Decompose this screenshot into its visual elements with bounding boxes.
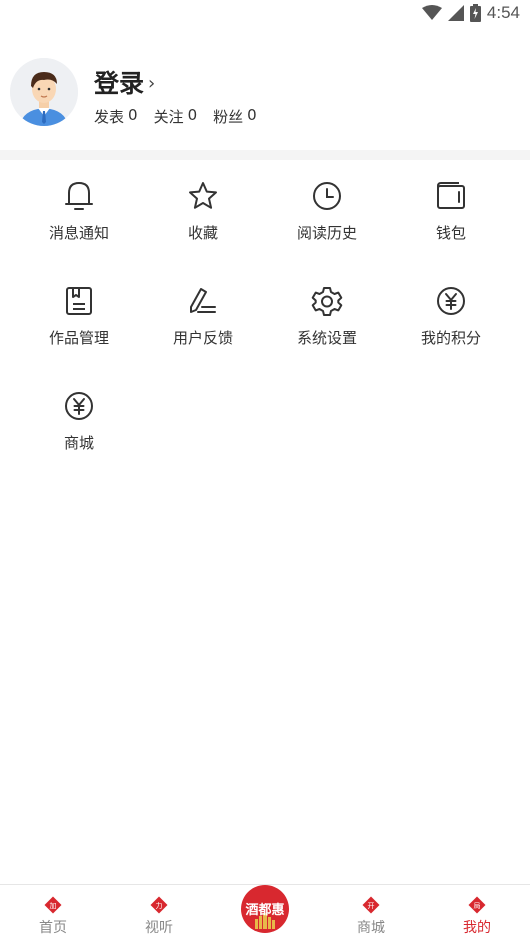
- stat-followers-value: 0: [247, 106, 257, 124]
- menu-item-works[interactable]: 作品管理: [17, 283, 141, 361]
- nav-badge-text: 力: [156, 901, 163, 910]
- nav-label: 我的: [463, 920, 491, 936]
- diamond-badge-icon: 力: [150, 896, 168, 914]
- status-icons: 4:54: [421, 3, 520, 23]
- battery-icon: [469, 4, 481, 22]
- center-logo-text: 酒都惠: [245, 903, 285, 918]
- stat-posts-label: 发表: [94, 108, 125, 126]
- nav-badge-text: 局: [474, 902, 481, 910]
- stat-posts-value: 0: [128, 106, 138, 124]
- login-label: 登录: [94, 69, 145, 98]
- menu-item-settings[interactable]: 系统设置: [265, 283, 389, 361]
- profile-stats: 发表 0 关注 0 粉丝 0: [94, 106, 257, 127]
- diamond-badge-icon: 局: [468, 896, 486, 914]
- menu-item-label: 阅读历史: [296, 224, 357, 242]
- nav-mall[interactable]: 开 商城: [318, 885, 424, 940]
- clock-icon: [313, 182, 341, 210]
- menu-item-feedback[interactable]: 用户反馈: [141, 283, 265, 361]
- wallet-icon: [437, 182, 465, 209]
- document-icon: [66, 287, 92, 315]
- login-link[interactable]: 登录 ›: [94, 64, 155, 100]
- signal-icon: [447, 5, 464, 21]
- menu-item-label: 收藏: [187, 224, 218, 242]
- bell-icon: [65, 182, 93, 210]
- menu-item-wallet[interactable]: 钱包: [389, 178, 513, 256]
- user-avatar-icon: [10, 58, 78, 126]
- menu-item-points[interactable]: 我的积分: [389, 283, 513, 361]
- nav-label: 视听: [145, 920, 173, 936]
- stat-following-value: 0: [187, 106, 198, 124]
- avatar[interactable]: [10, 58, 78, 126]
- menu-item-label: 系统设置: [296, 329, 357, 347]
- pen-icon: [190, 288, 216, 313]
- stat-followers-label: 粉丝: [213, 108, 244, 126]
- wifi-icon: [421, 5, 442, 20]
- status-bar: 4:54: [0, 0, 530, 28]
- menu-item-favorites[interactable]: 收藏: [141, 178, 265, 256]
- menu-item-label: 钱包: [435, 224, 466, 242]
- menu-grid: 消息通知 收藏 阅读历史 钱包 作品管理 用户反馈 系统设置 我的积分 商城: [17, 178, 513, 466]
- bottom-nav: 加 首页 力 视听 酒都惠 开 商城 局 我的: [0, 884, 530, 940]
- section-divider: [0, 150, 530, 160]
- nav-badge-text: 加: [50, 901, 57, 910]
- profile-header: 登录 › 发表 0 关注 0 粉丝 0: [10, 56, 520, 131]
- yen-coin-icon: [65, 392, 93, 420]
- nav-mine[interactable]: 局 我的: [424, 885, 530, 940]
- nav-center: 酒都惠: [212, 884, 318, 940]
- star-icon: [189, 182, 217, 209]
- stat-followers[interactable]: 粉丝 0: [213, 106, 257, 127]
- menu-item-notifications[interactable]: 消息通知: [17, 178, 141, 256]
- stat-posts[interactable]: 发表 0: [94, 106, 138, 127]
- nav-media[interactable]: 力 视听: [106, 885, 212, 940]
- stat-following-label: 关注: [153, 108, 184, 126]
- nav-badge-text: 开: [368, 902, 375, 910]
- nav-label: 首页: [39, 920, 67, 936]
- menu-item-label: 作品管理: [48, 329, 109, 347]
- menu-item-label: 商城: [63, 434, 94, 452]
- diamond-badge-icon: 加: [44, 896, 62, 914]
- gear-icon: [311, 287, 343, 316]
- center-logo-button[interactable]: 酒都惠: [241, 884, 289, 933]
- menu-item-label: 我的积分: [420, 329, 481, 347]
- menu-item-mall[interactable]: 商城: [17, 388, 141, 466]
- nav-home[interactable]: 加 首页: [0, 885, 106, 940]
- menu-item-label: 用户反馈: [172, 329, 233, 347]
- diamond-badge-icon: 开: [362, 896, 380, 914]
- nav-label: 商城: [357, 920, 385, 936]
- yen-coin-icon: [437, 287, 465, 315]
- stat-following[interactable]: 关注 0: [154, 106, 198, 127]
- menu-item-reading-history[interactable]: 阅读历史: [265, 178, 389, 256]
- menu-item-label: 消息通知: [48, 224, 109, 242]
- chevron-right-icon: ›: [148, 72, 156, 94]
- status-time: 4:54: [486, 3, 520, 22]
